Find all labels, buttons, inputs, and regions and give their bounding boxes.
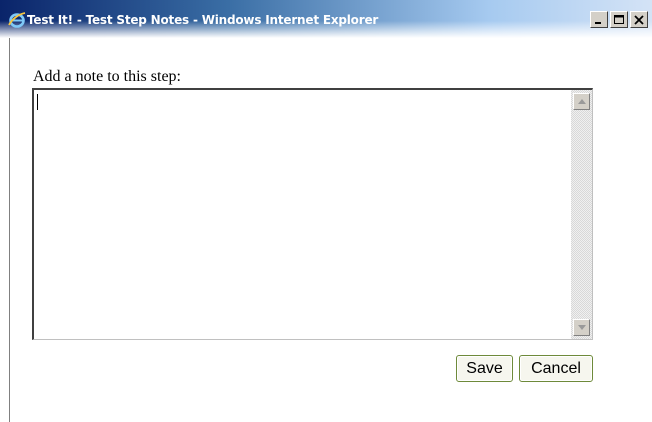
- scroll-up-button[interactable]: [573, 93, 590, 110]
- close-icon: [634, 15, 644, 25]
- maximize-button[interactable]: [610, 11, 628, 28]
- window-left-border: [0, 38, 10, 422]
- scroll-down-arrow-icon: [578, 325, 586, 330]
- scroll-down-button[interactable]: [573, 319, 590, 336]
- minimize-icon: [595, 22, 601, 24]
- window-controls: [590, 11, 650, 29]
- cancel-button[interactable]: Cancel: [519, 355, 593, 382]
- text-caret: [37, 94, 38, 110]
- maximize-icon: [614, 15, 624, 24]
- note-textarea-frame: [32, 88, 593, 340]
- note-textarea[interactable]: [34, 90, 570, 339]
- save-button[interactable]: Save: [456, 355, 513, 382]
- minimize-button[interactable]: [590, 11, 608, 28]
- note-label: Add a note to this step:: [33, 68, 181, 85]
- scroll-up-arrow-icon: [578, 99, 586, 104]
- browser-window: Test It! - Test Step Notes - Windows Int…: [0, 0, 652, 422]
- vertical-scrollbar[interactable]: [571, 90, 592, 339]
- window-title: Test It! - Test Step Notes - Windows Int…: [27, 13, 379, 27]
- internet-explorer-icon: [8, 11, 26, 29]
- close-button[interactable]: [630, 11, 648, 28]
- title-bar[interactable]: Test It! - Test Step Notes - Windows Int…: [0, 0, 652, 38]
